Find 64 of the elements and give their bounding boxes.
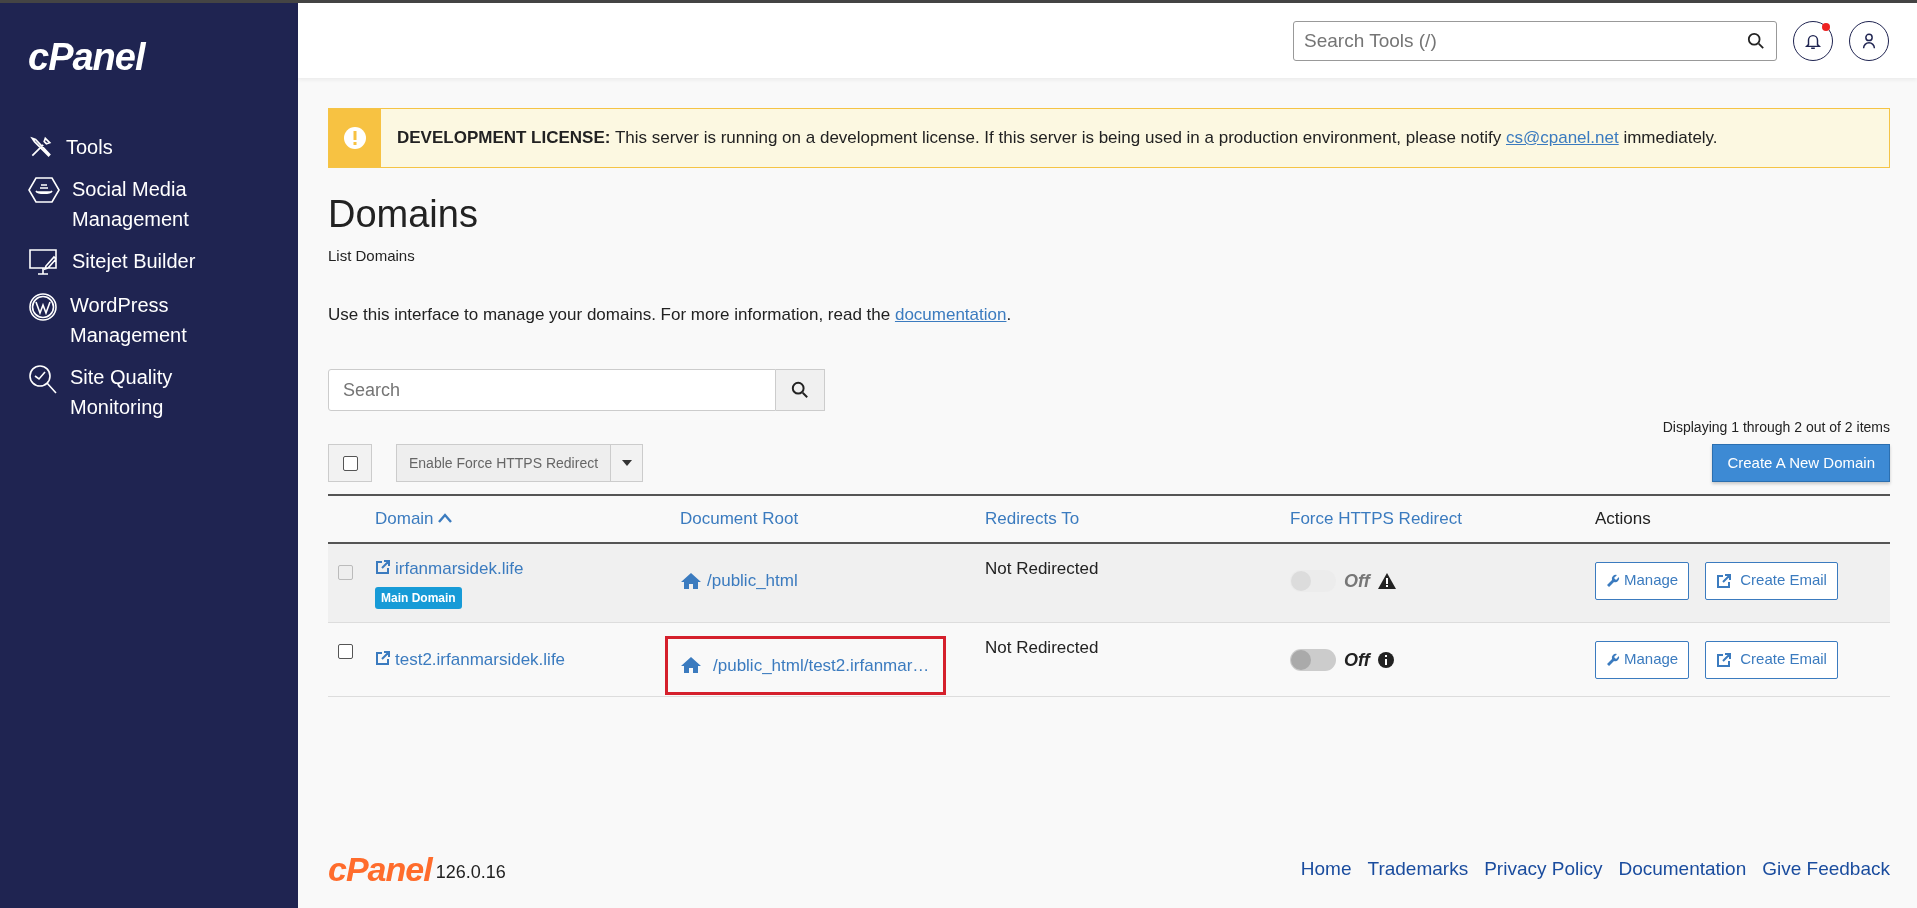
home-icon <box>680 572 702 591</box>
bulk-action-button[interactable]: Enable Force HTTPS Redirect <box>396 444 612 483</box>
column-header: Actions <box>1595 509 1651 529</box>
external-link-icon <box>375 558 391 575</box>
user-icon <box>1860 31 1878 50</box>
footer-link[interactable]: Trademarks <box>1367 854 1469 884</box>
create-email-button[interactable]: Create Email <box>1705 640 1838 679</box>
warning-icon <box>1377 573 1396 590</box>
search-icon <box>1747 31 1765 50</box>
cpanel-logo[interactable]: cPanel <box>28 38 145 76</box>
footer-link[interactable]: Documentation <box>1618 854 1747 884</box>
search-button[interactable] <box>776 369 825 412</box>
email-link[interactable]: cs@cpanel.net <box>1506 128 1619 147</box>
sidebar-item[interactable]: WordPress Management <box>28 290 228 350</box>
dropdown-toggle-button[interactable] <box>611 444 644 483</box>
tools-icon <box>28 134 54 160</box>
main-domain-badge: Main Domain <box>375 587 462 610</box>
redirect-status: Not Redirected <box>985 637 1099 657</box>
footer-link[interactable]: Give Feedback <box>1762 854 1890 884</box>
sidebar-item[interactable]: Site Quality Monitoring <box>28 362 228 422</box>
sidebar-item[interactable]: Social Media Management <box>28 174 228 234</box>
search-icon <box>791 381 809 400</box>
domain-link[interactable]: test2.irfanmarsidek.life <box>375 649 566 669</box>
create-domain-button[interactable]: Create A New Domain <box>1712 444 1890 483</box>
monitor-pen-icon <box>28 248 60 278</box>
toggle-label: Off <box>1344 648 1370 672</box>
home-icon <box>680 656 702 675</box>
footer-link[interactable]: Home <box>1300 854 1352 884</box>
column-header[interactable]: Force HTTPS Redirect <box>1290 509 1462 529</box>
search-field[interactable]: Search <box>328 369 776 412</box>
pagination-text: Displaying 1 through 2 out of 2 items <box>1661 418 1890 438</box>
external-link-icon <box>1716 572 1733 589</box>
external-link-icon <box>1716 651 1733 668</box>
wordpress-icon <box>28 292 58 322</box>
version-text: 126.0.16 <box>435 861 506 884</box>
exclamation-icon <box>343 125 367 150</box>
info-icon <box>1377 652 1394 669</box>
sidebar-item[interactable]: Sitejet Builder <box>28 246 228 278</box>
wrench-icon <box>1606 652 1620 667</box>
magnifier-check-icon <box>28 364 58 396</box>
footer-link[interactable]: Privacy Policy <box>1484 854 1603 884</box>
toggle-switch[interactable] <box>1290 649 1336 672</box>
toggle-label: Off <box>1344 569 1370 593</box>
documentation-link[interactable]: documentation <box>894 304 1007 324</box>
sidebar-item[interactable]: Tools <box>28 132 228 162</box>
hexagon-icon <box>28 176 60 204</box>
wrench-icon <box>1606 573 1620 588</box>
column-header[interactable]: Document Root <box>680 509 799 529</box>
intro-text: Use this interface to manage your domains. For more information, read the documentation. <box>328 303 1013 326</box>
redirect-status: Not Redirected <box>985 558 1099 578</box>
sort-ascending-icon <box>437 513 452 524</box>
external-link-icon <box>375 649 391 666</box>
row-checkbox[interactable] <box>338 643 353 659</box>
document-root-link[interactable]: /public_html/test2.irfanmar… <box>668 638 944 693</box>
page-title: Domains <box>328 191 479 237</box>
page-subtitle: List Domains <box>328 246 416 267</box>
search-tools-field[interactable]: Search Tools (/) <box>1293 20 1777 61</box>
column-header[interactable]: Domain <box>375 509 452 529</box>
caret-icon <box>621 460 632 467</box>
alert-text: DEVELOPMENT LICENSE: This server is running on a development license. If this server is being used in a production environment, please notify cs@cpanel.net immediately. <box>396 127 1719 149</box>
manage-button[interactable]: Manage <box>1595 640 1690 679</box>
select-all-checkbox[interactable] <box>328 444 372 483</box>
column-header[interactable]: Redirects To <box>985 509 1080 529</box>
cpanel-logo[interactable]: cPanel <box>328 852 432 886</box>
